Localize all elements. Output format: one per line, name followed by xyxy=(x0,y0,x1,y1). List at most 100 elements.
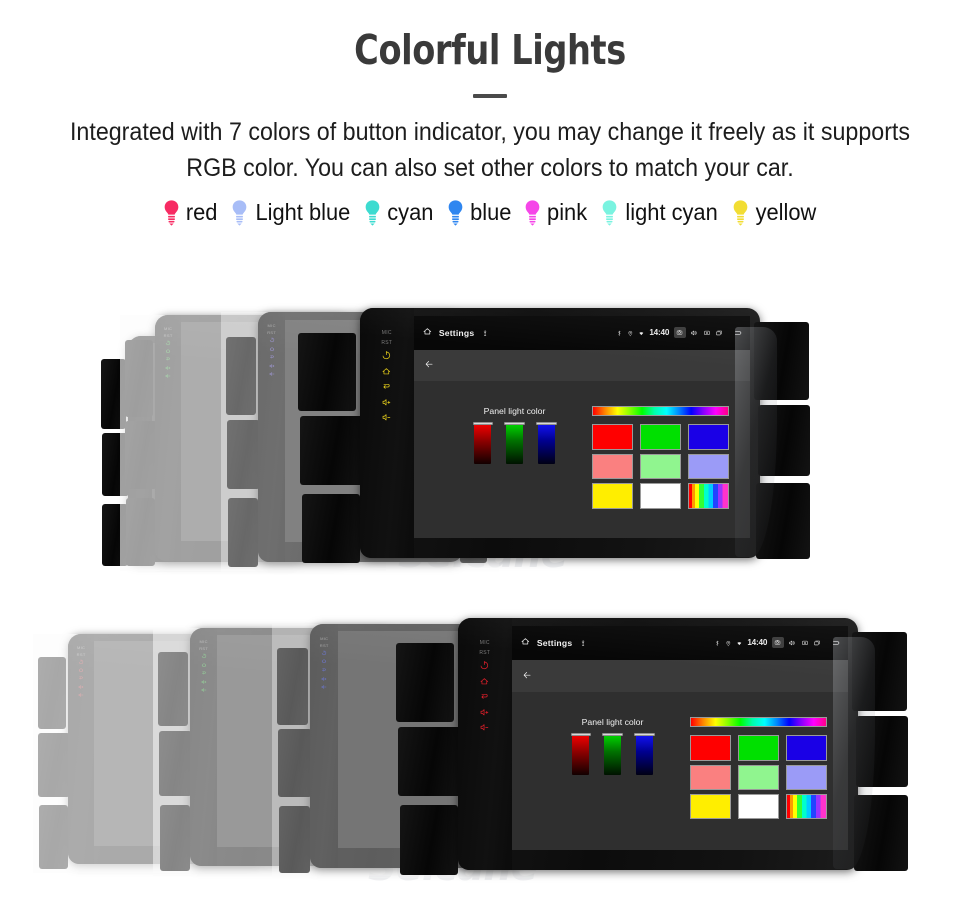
side-button-power[interactable] xyxy=(381,350,392,361)
side-button-volume-down[interactable] xyxy=(78,692,84,698)
side-button-volume-down[interactable] xyxy=(201,687,207,693)
side-button-home[interactable] xyxy=(321,658,327,664)
green-slider-knob[interactable] xyxy=(504,422,525,426)
rainbow-gradient-bar[interactable] xyxy=(591,406,730,417)
recents-icon[interactable] xyxy=(813,634,821,652)
side-button-back[interactable] xyxy=(381,381,392,392)
swatch-light-blue[interactable] xyxy=(688,453,730,480)
touch-screen[interactable]: Settings 14:40 Panel light color xyxy=(511,625,848,850)
side-button-volume-down[interactable] xyxy=(165,373,171,379)
swatch-yellow[interactable] xyxy=(689,793,732,820)
blue-slider-knob[interactable] xyxy=(536,422,557,426)
home-icon xyxy=(79,668,84,672)
side-button-volume-down[interactable] xyxy=(381,412,392,423)
blue-slider[interactable] xyxy=(634,732,655,775)
blue-slider[interactable] xyxy=(536,421,557,464)
red-slider[interactable] xyxy=(472,421,493,464)
side-button-home[interactable] xyxy=(269,346,275,352)
screen-title: Settings xyxy=(536,637,573,648)
home-icon[interactable] xyxy=(422,324,433,342)
side-button-back[interactable] xyxy=(78,675,84,681)
side-button-volume-down[interactable] xyxy=(479,722,490,733)
microphone-icon[interactable] xyxy=(579,634,587,652)
close-box-icon[interactable] xyxy=(801,634,809,652)
side-button-volume-down[interactable] xyxy=(321,684,327,690)
volume-up-icon xyxy=(79,685,84,689)
back-icon xyxy=(166,358,170,361)
swatch-light-green[interactable] xyxy=(737,764,780,791)
side-button-power[interactable] xyxy=(321,650,327,656)
side-button-home[interactable] xyxy=(381,366,392,377)
side-button-home[interactable] xyxy=(479,676,490,687)
swatch-blue[interactable] xyxy=(688,424,730,450)
recents-icon[interactable] xyxy=(715,324,723,342)
swatch-red[interactable] xyxy=(689,735,732,761)
camera-icon[interactable] xyxy=(673,327,686,339)
side-button-power[interactable] xyxy=(479,660,490,671)
bulb-icon xyxy=(523,199,542,226)
home-icon xyxy=(269,347,274,351)
swatch-green[interactable] xyxy=(639,424,682,450)
side-button-volume-up[interactable] xyxy=(201,679,207,685)
side-button-power[interactable] xyxy=(201,653,207,659)
side-button-home[interactable] xyxy=(78,667,84,673)
swatch-rainbow[interactable] xyxy=(786,793,828,820)
touch-screen[interactable]: Settings 14:40 Panel light color xyxy=(413,315,750,538)
side-button-back[interactable] xyxy=(479,691,490,702)
swatch-white[interactable] xyxy=(737,793,780,820)
side-button-power[interactable] xyxy=(165,340,171,346)
camera-icon[interactable] xyxy=(771,637,784,649)
side-button-volume-down[interactable] xyxy=(269,371,275,377)
side-button-volume-up[interactable] xyxy=(165,365,171,371)
side-button-volume-up[interactable] xyxy=(479,707,490,718)
swatch-light-green[interactable] xyxy=(639,453,682,480)
speaker-icon[interactable] xyxy=(690,324,698,342)
swatch-green[interactable] xyxy=(737,735,780,761)
close-box-icon[interactable] xyxy=(703,324,711,342)
radio-unit-4[interactable]: MIC RST Settings 14:40 Panel light color xyxy=(298,308,810,563)
home-icon[interactable] xyxy=(520,634,531,652)
rainbow-gradient-bar[interactable] xyxy=(689,717,828,727)
swatch-yellow[interactable] xyxy=(591,483,634,509)
side-button-power[interactable] xyxy=(269,337,275,343)
swatch-panel xyxy=(591,406,730,509)
swatch-blue[interactable] xyxy=(786,735,828,761)
side-button-back[interactable] xyxy=(321,667,327,673)
mic-label: MIC xyxy=(164,325,173,331)
side-button-back[interactable] xyxy=(269,354,275,360)
side-button-volume-up[interactable] xyxy=(78,684,84,690)
swatch-red[interactable] xyxy=(591,424,634,450)
side-button-power[interactable] xyxy=(78,659,84,665)
mic-label: MIC xyxy=(320,635,329,641)
side-button-home[interactable] xyxy=(201,662,207,668)
arrow-left-icon[interactable] xyxy=(424,357,434,375)
arrow-left-icon[interactable] xyxy=(522,667,532,685)
side-button-volume-up[interactable] xyxy=(381,397,392,408)
slider-group: Panel light color xyxy=(459,406,569,464)
side-button-panel: MICRST xyxy=(155,315,182,561)
swatch-light-red[interactable] xyxy=(591,453,634,480)
side-button-home[interactable] xyxy=(165,348,171,354)
swatch-rainbow[interactable] xyxy=(688,483,730,509)
side-button-back[interactable] xyxy=(165,356,171,362)
red-slider-knob[interactable] xyxy=(472,422,493,426)
legend-item-cyan: cyan xyxy=(363,199,435,226)
swatch-white[interactable] xyxy=(639,483,682,509)
green-slider[interactable] xyxy=(504,421,525,464)
green-slider[interactable] xyxy=(602,732,623,775)
red-slider-knob[interactable] xyxy=(570,732,591,737)
radio-unit-4[interactable]: MIC RST Settings 14:40 Panel light color xyxy=(396,618,908,875)
microphone-icon[interactable] xyxy=(481,324,489,342)
status-bar: Settings 14:40 xyxy=(413,315,750,350)
side-button-volume-up[interactable] xyxy=(269,363,275,369)
speaker-icon[interactable] xyxy=(788,634,796,652)
bulb-icon xyxy=(162,199,181,226)
green-slider-knob[interactable] xyxy=(602,732,623,737)
red-slider[interactable] xyxy=(570,732,591,775)
swatch-light-blue[interactable] xyxy=(786,764,828,791)
side-button-back[interactable] xyxy=(201,670,207,676)
rst-label: RST xyxy=(199,646,209,652)
side-button-volume-up[interactable] xyxy=(321,676,327,682)
blue-slider-knob[interactable] xyxy=(634,732,655,737)
swatch-light-red[interactable] xyxy=(689,764,732,791)
